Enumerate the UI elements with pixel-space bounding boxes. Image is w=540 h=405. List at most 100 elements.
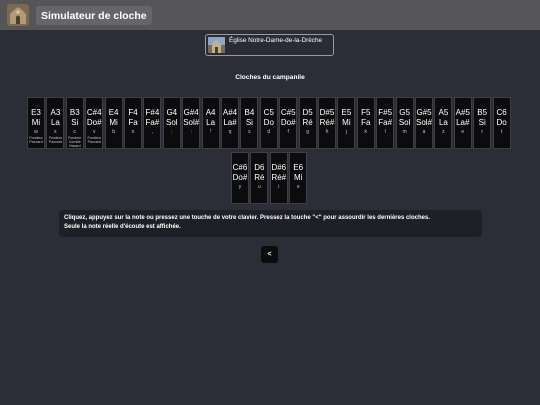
bell-founder: Fondeur Paccard (29, 136, 43, 145)
bell-key[interactable]: E3 Mi w Fondeur Paccard (27, 97, 45, 149)
instructions-line-1: Cliquez, appuyez sur la note ou pressez … (64, 215, 430, 221)
bell-key[interactable]: C6 Do t (492, 97, 511, 149)
bell-key[interactable]: G4 Sol; (162, 97, 181, 149)
bell-note-name: F#4 (145, 108, 160, 117)
bell-key[interactable]: B4 Si s (240, 97, 259, 149)
bell-key[interactable]: F#5 Fa# l (376, 97, 395, 149)
instructions-box: Cliquez, appuyez sur la note ou pressez … (59, 210, 482, 237)
bell-shortcut-key: u (258, 184, 261, 190)
bell-note-name: G#4 (183, 108, 199, 117)
mute-button[interactable]: < (261, 246, 278, 263)
bell-key[interactable]: C#4 Do# v Fondeur Paccard (85, 97, 104, 149)
bell-solfege-name: Mi (31, 118, 41, 127)
bell-key[interactable]: B3 Si c Fondeur Cornille Havard (65, 97, 84, 149)
bell-key[interactable]: D#6 Ré# i (269, 152, 288, 204)
bell-shortcut-key: ; (171, 129, 173, 135)
bell-key[interactable]: E4 Mi b (104, 97, 123, 149)
bell-note-name: E5 (341, 108, 352, 117)
bell-note-name: C5 (263, 108, 274, 117)
bell-key[interactable]: E5 Mi j (337, 97, 356, 149)
bell-key[interactable]: F4 Fa n (124, 97, 142, 149)
bell-shortcut-key: d (267, 129, 271, 135)
bell-solfege-name: Mi (109, 118, 118, 127)
bell-note-name: G5 (399, 108, 410, 117)
bell-shortcut-key: g (306, 129, 309, 135)
bell-shortcut-key: b (112, 129, 115, 135)
bell-solfege-name: Fa (361, 118, 371, 127)
bell-note-name: A#5 (455, 108, 470, 117)
bell-note-name: G4 (166, 108, 178, 117)
bell-solfege-name: Sol (166, 118, 178, 127)
bell-key[interactable]: D5 Ré g (298, 97, 317, 149)
bell-solfege-name: Fa# (378, 118, 393, 127)
bell-solfege-name: Si (71, 118, 79, 127)
bell-solfege-name: Fa# (145, 118, 160, 127)
bell-note-name: C6 (496, 108, 507, 117)
bell-key[interactable]: G#5 Sol# a (415, 97, 433, 149)
bell-shortcut-key: f (287, 129, 289, 135)
bell-key[interactable]: A#4 La# q (221, 97, 239, 149)
church-selector[interactable]: Église Notre-Dame-de-la-Drèche (205, 34, 334, 56)
bell-key[interactable]: B5 Si r (473, 97, 492, 149)
bell-shortcut-key: q (228, 129, 232, 135)
bell-shortcut-key: k (364, 129, 368, 135)
bell-solfege-name: Ré (302, 118, 313, 127)
bell-founder: Fondeur Cornille Havard (68, 136, 82, 149)
bell-note-name: C#4 (86, 108, 102, 117)
bell-note-name: A#4 (222, 108, 238, 117)
bell-solfege-name: Do# (86, 118, 102, 127)
bell-key[interactable]: G5 Sol m (395, 97, 414, 149)
bell-note-name: D6 (254, 163, 265, 172)
church-name: Église Notre-Dame-de-la-Drèche (229, 37, 323, 44)
bell-shortcut-key: l (384, 129, 386, 135)
bell-shortcut-key: s (248, 129, 251, 135)
bell-note-name: D#5 (319, 108, 335, 117)
church-thumbnail (208, 37, 225, 53)
bell-key[interactable]: A4 La! (201, 97, 220, 149)
bell-note-name: E6 (293, 163, 304, 172)
bell-shortcut-key: m (402, 129, 407, 135)
bell-solfege-name: Do# (280, 118, 296, 127)
bell-shortcut-key: ! (209, 129, 212, 135)
section-title: Cloches du campanile (235, 74, 305, 81)
bell-key[interactable]: D#5 Ré# h (318, 97, 336, 149)
bell-note-name: F4 (128, 108, 138, 117)
bell-key[interactable]: C#6 Do# y (231, 152, 249, 204)
bell-key[interactable]: D6 Ré u (250, 152, 269, 204)
bell-note-name: D5 (302, 108, 313, 117)
bell-solfege-name: La (50, 118, 60, 127)
bell-key[interactable]: A3 La x Fondeur Paccard (46, 97, 65, 149)
bell-shortcut-key: j (345, 129, 347, 135)
bell-shortcut-key: e (461, 129, 465, 135)
bell-key[interactable]: C5 Do d (259, 97, 278, 149)
bell-key[interactable]: A5 La z (434, 97, 453, 149)
bell-note-name: B3 (69, 108, 80, 117)
bell-solfege-name: Sol# (416, 118, 433, 127)
bell-key[interactable]: F5 Fa k (356, 97, 375, 149)
bell-note-name: C#5 (280, 108, 296, 117)
bell-key[interactable]: A#5 La# e (453, 97, 472, 149)
bell-shortcut-key: z (442, 129, 445, 135)
bell-solfege-name: Sol (398, 118, 411, 127)
bell-shortcut-key: o (296, 184, 300, 190)
app-logo (7, 4, 29, 26)
bell-note-name: A5 (438, 108, 449, 117)
bell-key[interactable]: G#4 Sol#: (182, 97, 201, 149)
bell-note-name: F5 (361, 108, 371, 117)
bell-shortcut-key: , (151, 129, 154, 135)
bell-solfege-name: Fa (128, 118, 138, 127)
bell-shortcut-key: x (54, 129, 57, 135)
bell-founder: Fondeur Paccard (48, 136, 63, 145)
bell-key[interactable]: F#4 Fa#, (143, 97, 162, 149)
bell-shortcut-key: c (73, 129, 77, 135)
bell-solfege-name: Ré# (319, 118, 335, 127)
bell-note-name: A4 (205, 108, 216, 117)
bell-note-name: C#6 (232, 163, 248, 172)
bell-key[interactable]: E6 Mi o (289, 152, 308, 204)
bell-shortcut-key: i (278, 184, 280, 190)
bell-solfege-name: Ré# (271, 173, 287, 182)
bell-shortcut-key: r (481, 129, 484, 135)
bell-solfege-name: Si (245, 118, 253, 127)
bell-solfege-name: Do# (232, 173, 248, 182)
bell-key[interactable]: C#5 Do# f (279, 97, 298, 149)
